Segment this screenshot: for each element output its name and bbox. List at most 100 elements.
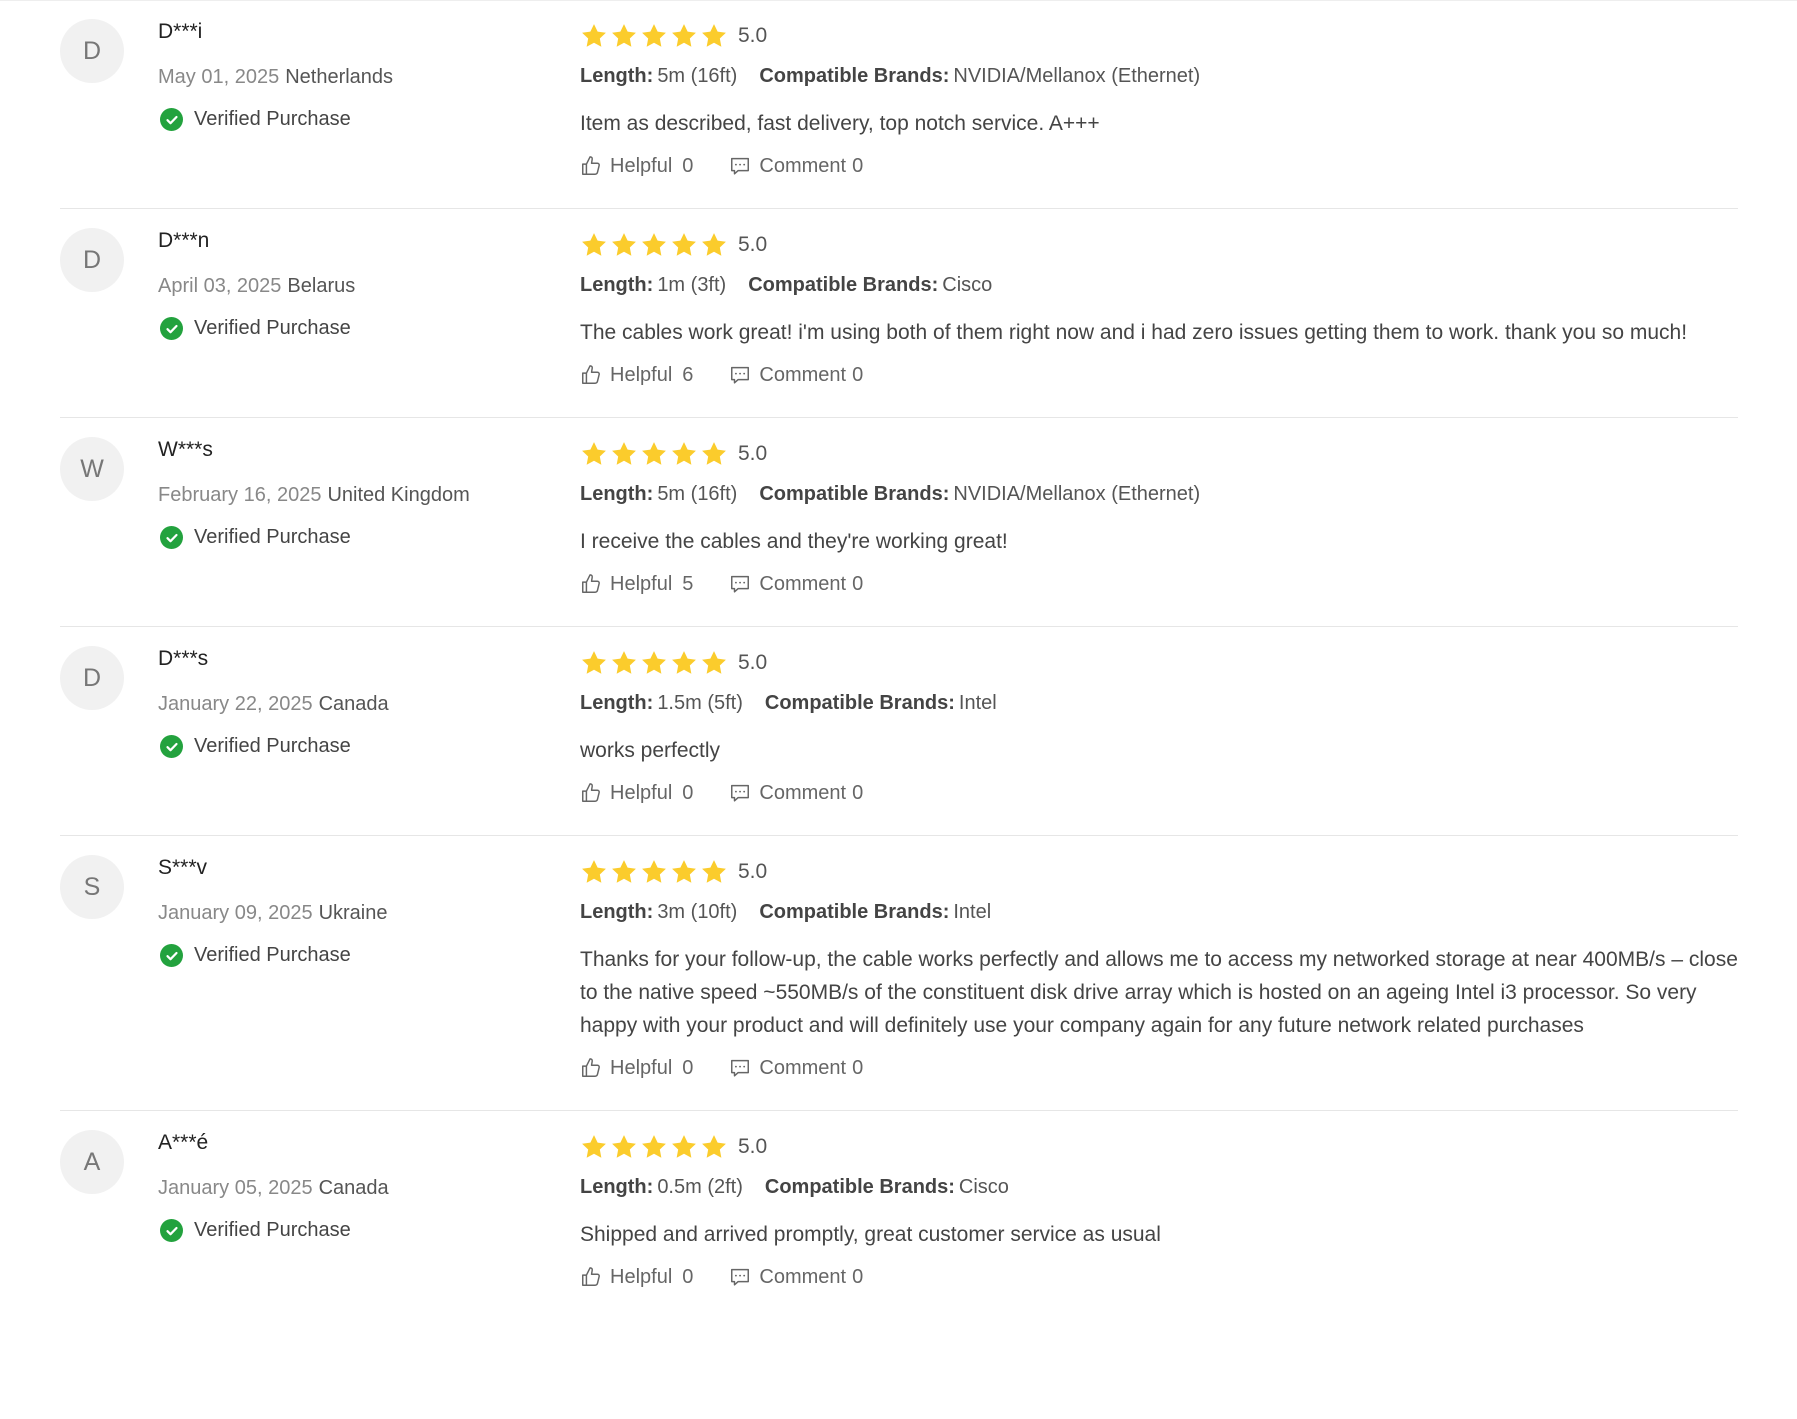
star-icon [672,442,696,465]
helpful-button[interactable]: Helpful 0 [580,155,693,178]
star-icon [642,233,666,256]
review-text: I receive the cables and they're working… [580,530,1008,553]
helpful-label: Helpful [610,1056,673,1079]
rating-row: 5.0 [580,1133,1738,1161]
product-specs: Length: 3m (10ft) Compatible Brands: Intel [580,901,1738,927]
review-item: A A***é January 05, 2025 Canada Verified Pur… [60,1111,1738,1319]
avatar: W [60,437,124,501]
comment-label: Comment [759,572,847,595]
check-circle-icon [160,526,183,549]
comment-count: 0 [852,572,864,595]
check-circle-icon [160,108,183,131]
star-icon [612,442,636,465]
length-label: Length: [580,274,654,296]
rating-score: 5.0 [738,24,768,47]
star-icon [642,1135,666,1158]
helpful-count: 0 [682,1265,694,1288]
review-item: D D***n April 03, 2025 Belarus Verified Purc… [60,209,1738,418]
review-text: Shipped and arrived promptly, great cust… [580,1223,1161,1246]
star-icon [582,24,606,47]
comment-count: 0 [852,154,864,177]
verified-purchase-badge: Verified Purchase [160,735,351,758]
brands-value: NVIDIA/Mellanox (Ethernet) [953,65,1201,87]
review-item: D D***s January 22, 2025 Canada Verified Pur… [60,627,1738,836]
reviewer-name: D***i [158,20,203,43]
length-value: 0.5m (2ft) [657,1176,743,1198]
star-icon [672,24,696,47]
verified-purchase-badge: Verified Purchase [160,1219,351,1242]
check-circle-icon [160,944,183,967]
comment-button[interactable]: Comment 0 [729,155,863,178]
review-actions: Helpful 0 Comment 0 [580,779,1738,807]
check-circle-icon [160,735,183,758]
comment-button[interactable]: Comment 0 [729,364,863,387]
star-icon [672,1135,696,1158]
helpful-label: Helpful [610,363,673,386]
rating-score: 5.0 [738,442,768,465]
review-meta: January 22, 2025 Canada [158,693,389,716]
reviewer-name: D***n [158,229,210,252]
avatar: D [60,19,124,83]
helpful-count: 6 [682,363,694,386]
rating-row: 5.0 [580,22,1738,50]
comment-button[interactable]: Comment 0 [729,1057,863,1080]
brands-label: Compatible Brands: [748,274,939,296]
reviewer-info: W W***s February 16, 2025 United Kingdom Ver… [60,418,580,626]
comment-label: Comment [759,781,847,804]
star-rating [580,440,730,468]
comment-button[interactable]: Comment 0 [729,782,863,805]
reviewer-country: Ukraine [318,902,388,924]
comment-icon [731,157,750,175]
review-date: February 16, 2025 [158,484,322,506]
review-text: works perfectly [580,739,721,762]
rating-score: 5.0 [738,651,768,674]
star-icon [582,233,606,256]
helpful-label: Helpful [610,572,673,595]
avatar: D [60,228,124,292]
review-text: Item as described, fast delivery, top no… [580,112,1100,135]
star-icon [702,442,726,465]
comment-button[interactable]: Comment 0 [729,1266,863,1289]
product-specs: Length: 5m (16ft) Compatible Brands: NVIDIA… [580,65,1738,91]
helpful-button[interactable]: Helpful 0 [580,782,693,805]
review-meta: January 09, 2025 Ukraine [158,902,387,925]
review-content: 5.0 Length: 5m (16ft) Compatible Brands: NVI… [580,418,1738,626]
rating-row: 5.0 [580,858,1738,886]
reviewer-name: A***é [158,1131,209,1154]
helpful-button[interactable]: Helpful 5 [580,573,693,596]
star-icon [672,860,696,883]
comment-button[interactable]: Comment 0 [729,573,863,596]
helpful-count: 0 [682,1056,694,1079]
verified-label: Verified Purchase [194,735,351,757]
comment-count: 0 [852,363,864,386]
reviewer-name: D***s [158,647,209,670]
helpful-button[interactable]: Helpful 0 [580,1266,693,1289]
product-specs: Length: 5m (16ft) Compatible Brands: NVIDIA… [580,483,1738,509]
star-icon [612,233,636,256]
review-text: Thanks for your follow-up, the cable wor… [580,948,1738,1037]
comment-label: Comment [759,1056,847,1079]
brands-value: Cisco [958,1176,1009,1198]
length-value: 5m (16ft) [657,65,738,87]
brands-label: Compatible Brands: [764,692,955,714]
helpful-count: 5 [682,572,694,595]
length-value: 3m (10ft) [657,901,738,923]
star-icon [642,442,666,465]
star-icon [612,860,636,883]
review-actions: Helpful 5 Comment 0 [580,570,1738,598]
helpful-count: 0 [682,154,694,177]
review-content: 5.0 Length: 5m (16ft) Compatible Brands: NVI… [580,0,1738,208]
reviewer-country: Netherlands [285,66,394,88]
brands-label: Compatible Brands: [759,901,950,923]
reviewer-name: S***v [158,856,208,879]
verified-purchase-badge: Verified Purchase [160,108,351,131]
comment-count: 0 [852,1265,864,1288]
helpful-button[interactable]: Helpful 6 [580,364,693,387]
thumbs-up-icon [582,365,600,384]
rating-row: 5.0 [580,440,1738,468]
review-meta: January 05, 2025 Canada [158,1177,389,1200]
helpful-button[interactable]: Helpful 0 [580,1057,693,1080]
rating-score: 5.0 [738,1135,768,1158]
helpful-count: 0 [682,781,694,804]
brands-label: Compatible Brands: [759,483,950,505]
